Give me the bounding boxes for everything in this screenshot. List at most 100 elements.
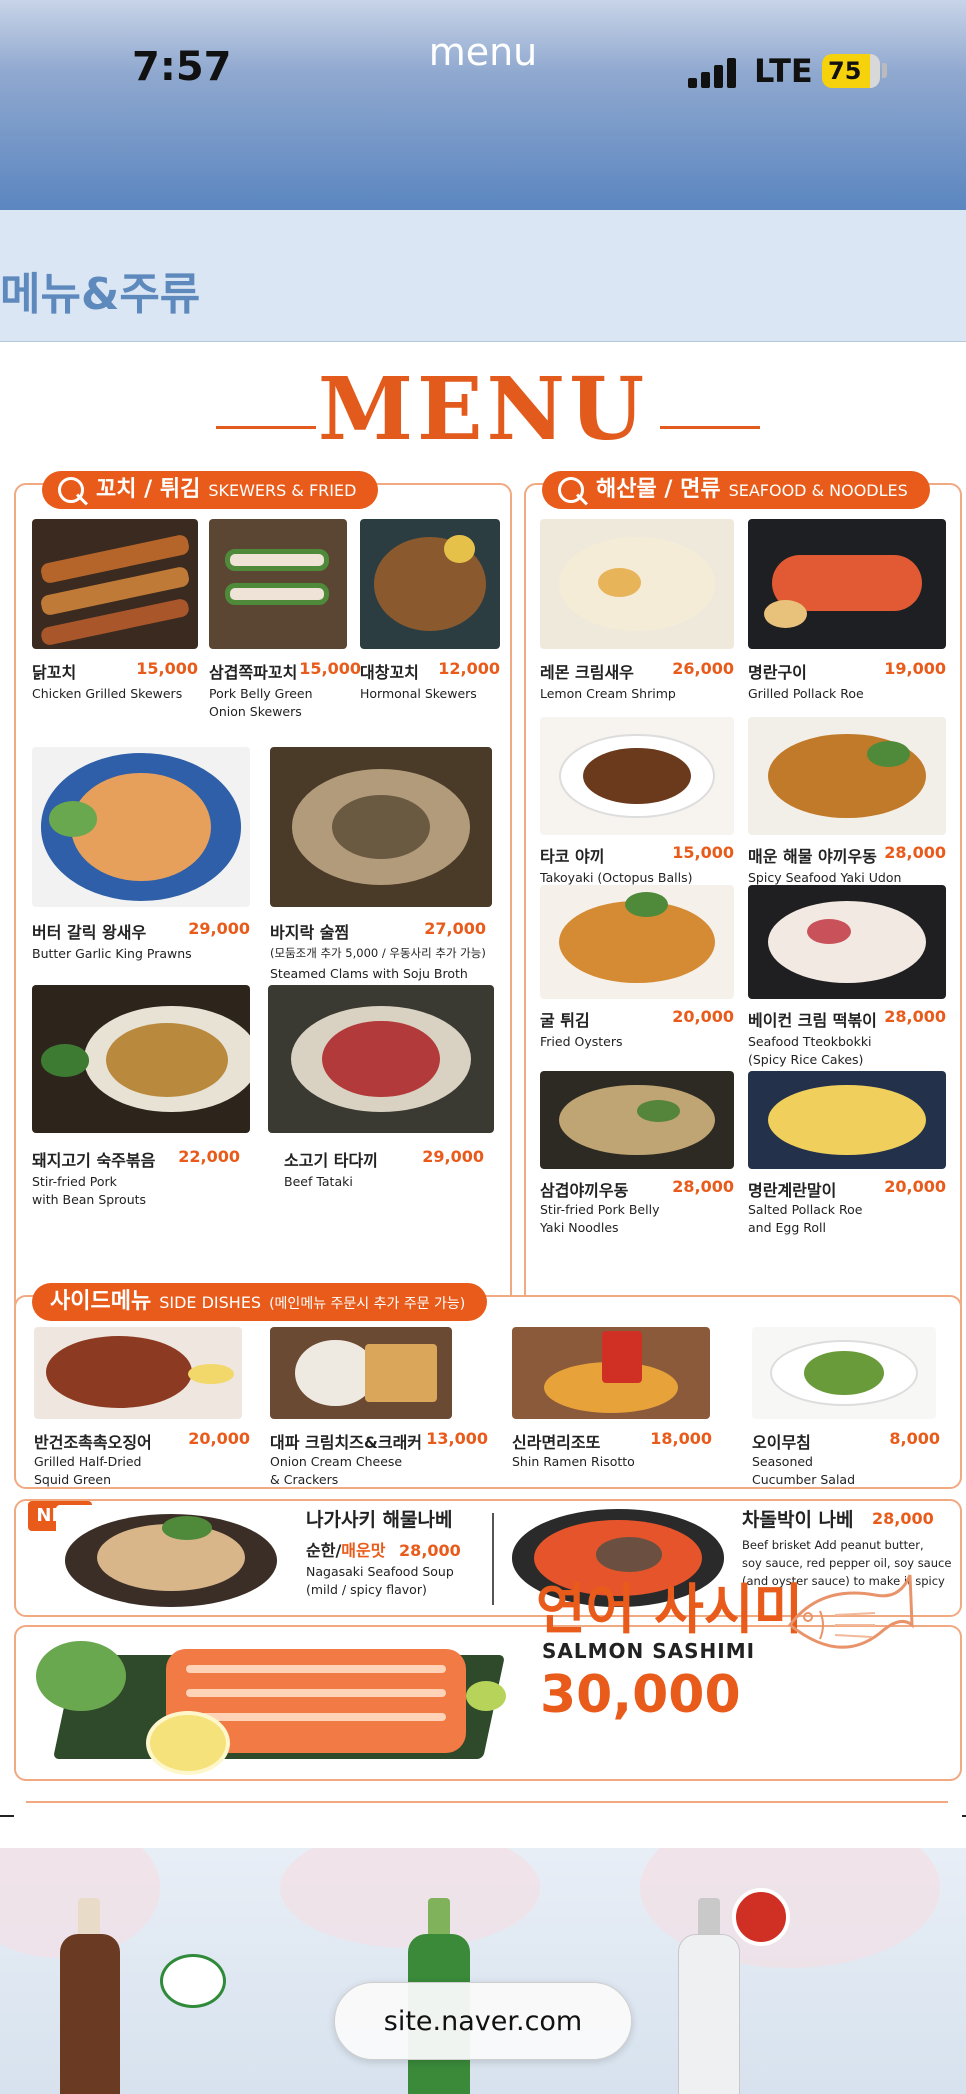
item-name-ko: 명란계란말이	[748, 1181, 837, 1200]
dish-photo	[56, 1505, 286, 1613]
dish-photo	[268, 985, 494, 1133]
fish-icon	[787, 1574, 914, 1649]
salmon-price: 30,000	[540, 1665, 741, 1725]
side-item-squid[interactable]: 반건조촉촉오징어 20,000 Grilled Half-Dried Squid…	[34, 1327, 250, 1487]
item-price: 8,000	[889, 1429, 940, 1448]
menu-item-fried-oysters[interactable]: 굴 튀김 20,000 Fried Oysters	[540, 885, 734, 1055]
skewers-tag: 꼬치 / 튀김 SKEWERS & FRIED	[42, 471, 379, 509]
item-name-ko: 오이무침	[752, 1433, 811, 1452]
item-price: 13,000	[426, 1429, 488, 1448]
salmon-title-en: SALMON SASHIMI	[542, 1639, 756, 1663]
label-badge-icon	[160, 1954, 226, 2008]
item-name-ko: 차돌박이 나베	[742, 1509, 854, 1531]
item-name-en: Grilled Pollack Roe	[748, 686, 864, 701]
menu-item-yaki-udon[interactable]: 매운 해물 야끼우동 28,000 Spicy Seafood Yaki Udo…	[748, 717, 946, 887]
bottle-neck	[78, 1898, 100, 1938]
item-price: 20,000	[884, 1177, 946, 1196]
side-item-cream-cheese[interactable]: 대파 크림치즈&크래커 13,000 Onion Cream Cheese & …	[270, 1327, 488, 1487]
item-name-ko: 소고기 타다끼	[284, 1151, 378, 1170]
item-name-en: Spicy Seafood Yaki Udon	[748, 870, 902, 885]
menu-item-porkbelly-skewers[interactable]: 삼겹쪽파꼬치 15,000 Pork Belly Green Onion Ske…	[209, 519, 361, 729]
item-name-en-2: (mild / spicy flavor)	[306, 1582, 427, 1597]
item-name-en: Pork Belly Green	[209, 686, 313, 701]
item-price: 27,000	[424, 919, 486, 938]
item-price: 15,000	[672, 843, 734, 862]
salmon-photo	[36, 1631, 516, 1777]
dish-photo	[752, 1327, 936, 1419]
item-name-ko: 반건조촉촉오징어	[34, 1433, 152, 1452]
item-price: 19,000	[884, 659, 946, 678]
salmon-title-ko: 연어 사시미	[536, 1578, 804, 1641]
title-rule-right	[660, 426, 760, 429]
item-price: 28,000	[872, 1509, 934, 1528]
item-name-ko: 굴 튀김	[540, 1011, 590, 1030]
sides-tag-label: 사이드메뉴	[50, 1289, 152, 1314]
menu-item-beef-tataki[interactable]: 소고기 타다끼 29,000 Beef Tataki	[268, 985, 496, 1195]
item-price: 18,000	[650, 1429, 712, 1448]
board-bottom-rule	[26, 1801, 948, 1803]
skewers-tag-en: SKEWERS & FRIED	[208, 481, 357, 500]
menu-item-bacon-tteokbokki[interactable]: 베이컨 크림 떡볶이 28,000 Seafood Tteokbokki (Sp…	[748, 885, 946, 1075]
item-name-en-2: Onion Skewers	[209, 704, 302, 719]
item-name-en: Onion Cream Cheese	[270, 1454, 403, 1469]
menu-board[interactable]: MENU 꼬치 / 튀김 SKEWERS & FRIED 닭꼬치 15,000 C…	[0, 343, 966, 1829]
bottle-neck	[698, 1898, 720, 1938]
item-name-en: (모둠조개 추가 5,000 / 우동사리 추가 가능)	[270, 946, 486, 960]
dish-photo	[270, 747, 492, 907]
item-name-en: Butter Garlic King Prawns	[32, 946, 192, 961]
bottle-image	[60, 1934, 120, 2094]
new-items-divider	[492, 1513, 494, 1605]
menu-item-pork-yaki-noodles[interactable]: 삼겹야끼우동 28,000 Stir-fried Pork Belly Yaki…	[540, 1071, 734, 1251]
menu-item-roe-egg-roll[interactable]: 명란계란말이 20,000 Salted Pollack Roe and Egg…	[748, 1071, 946, 1251]
blossom-bg	[280, 1848, 540, 1948]
item-name-en: Salted Pollack Roe	[748, 1202, 863, 1217]
menu-title: MENU	[317, 359, 649, 460]
dish-photo	[540, 1071, 734, 1169]
dish-photo	[32, 519, 198, 649]
menu-item-hormonal-skewers[interactable]: 대창꼬치 12,000 Hormonal Skewers	[360, 519, 500, 719]
sides-tag: 사이드메뉴 SIDE DISHES (메인메뉴 주문시 추가 주문 가능)	[32, 1283, 488, 1321]
sides-tag-en: SIDE DISHES	[159, 1293, 262, 1312]
app-header: 7:57 menu LTE 75	[0, 0, 966, 210]
section-heading-text: 메뉴&주류	[0, 269, 201, 320]
item-name-ko: 타코 야끼	[540, 847, 605, 866]
menu-item-king-prawns[interactable]: 버터 갈릭 왕새우 29,000 Butter Garlic King Praw…	[32, 747, 250, 961]
item-name-en: Stir-fried Pork	[32, 1174, 117, 1189]
dish-photo	[34, 1327, 242, 1419]
item-name-ko: 신라면리조또	[512, 1433, 601, 1452]
dish-photo	[209, 519, 347, 649]
seafood-tag-label: 해산물 / 면류	[596, 477, 721, 502]
menu-item-steamed-clams[interactable]: 바지락 술찜 27,000 (모둠조개 추가 5,000 / 우동사리 추가 가…	[270, 747, 498, 981]
item-name-en: Shin Ramen Risotto	[512, 1454, 635, 1469]
item-price: 26,000	[672, 659, 734, 678]
dish-photo	[540, 519, 734, 649]
menu-item-pork-sprouts[interactable]: 돼지고기 숙주볶음 22,000 Stir-fried Pork with Be…	[32, 985, 250, 1211]
dish-photo	[32, 747, 250, 907]
side-item-cucumber[interactable]: 오이무침 8,000 Seasoned Cucumber Salad	[752, 1327, 940, 1487]
noodle-icon	[558, 477, 584, 503]
browser-url-bar[interactable]: site.naver.com	[334, 1982, 632, 2060]
network-label: LTE	[754, 52, 813, 90]
item-name-en-2: (Spicy Rice Cakes)	[748, 1052, 864, 1067]
menu-item-takoyaki[interactable]: 타코 야끼 15,000 Takoyaki (Octopus Balls)	[540, 717, 734, 887]
item-name-en: Fried Oysters	[540, 1034, 623, 1049]
item-name-en-2: & Crackers	[270, 1472, 339, 1487]
new-item-nagasaki[interactable]: 나가사키 해물나베 순한/매운맛 28,000 Nagasaki Seafood…	[56, 1505, 472, 1613]
seafood-tag: 해산물 / 면류 SEAFOOD & NOODLES	[542, 471, 930, 509]
bottle-neck	[428, 1898, 450, 1938]
item-name-en: Lemon Cream Shrimp	[540, 686, 676, 701]
side-item-ramen-risotto[interactable]: 신라면리조또 18,000 Shin Ramen Risotto	[512, 1327, 712, 1487]
menu-item-lemon-shrimp[interactable]: 레몬 크림새우 26,000 Lemon Cream Shrimp	[540, 519, 734, 715]
dish-photo	[540, 885, 734, 999]
dish-photo	[270, 1327, 452, 1419]
seafood-panel: 해산물 / 면류 SEAFOOD & NOODLES 레몬 크림새우 26,000…	[524, 471, 962, 1405]
menu-item-pollack-roe[interactable]: 명란구이 19,000 Grilled Pollack Roe	[748, 519, 946, 715]
menu-item-chicken-skewers[interactable]: 닭꼬치 15,000 Chicken Grilled Skewers	[32, 519, 198, 719]
bottle-image	[678, 1934, 740, 2094]
item-price: 12,000	[438, 659, 500, 678]
item-name-ko: 바지락 술찜	[270, 923, 350, 942]
battery-icon: 75	[822, 54, 880, 88]
dish-photo	[360, 519, 500, 649]
item-name-en: Chicken Grilled Skewers	[32, 686, 183, 701]
item-name-en-2: and Egg Roll	[748, 1220, 826, 1235]
